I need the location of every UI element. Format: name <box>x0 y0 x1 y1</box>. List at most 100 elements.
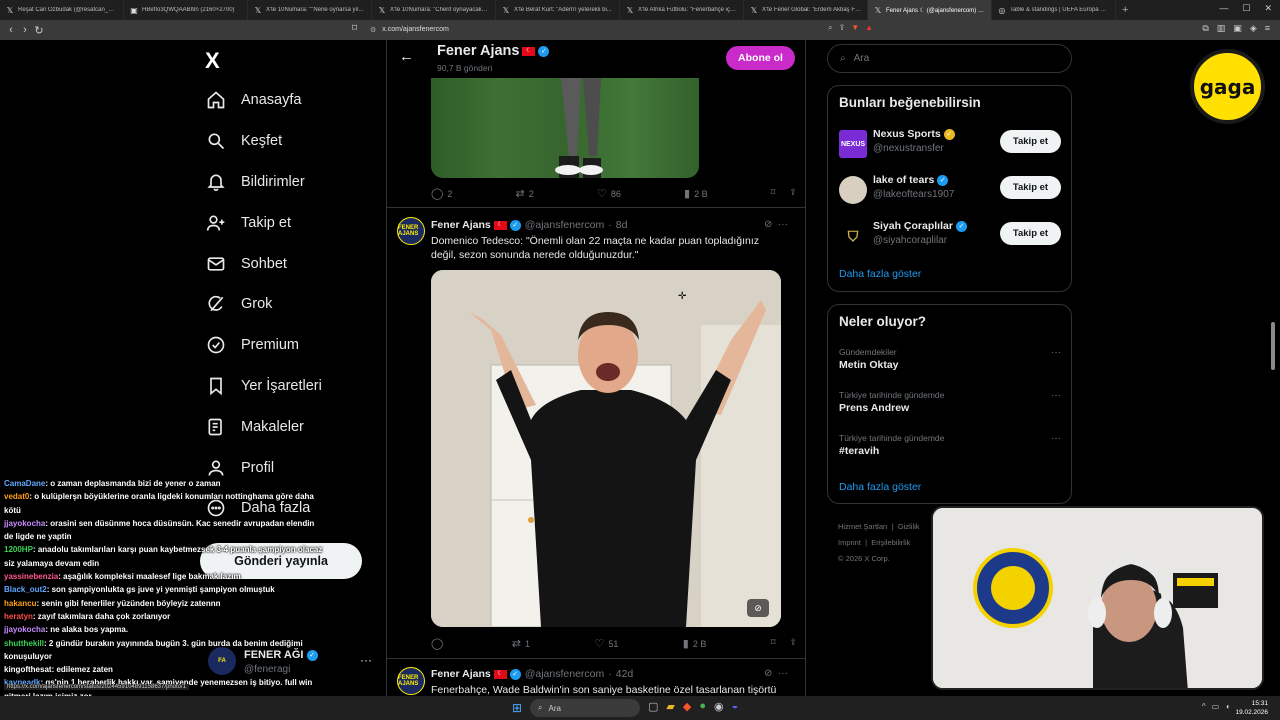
more-icon[interactable]: ··· <box>778 219 788 230</box>
repost-button[interactable]: ⇄ 1 <box>512 637 530 650</box>
trend-item[interactable]: Türkiye tarihinde gündemde Prens Andrew … <box>839 390 1061 414</box>
nav-item-grok[interactable]: Grok <box>205 284 322 325</box>
reload-icon[interactable]: ↻ <box>32 24 46 37</box>
task-view-icon[interactable]: ▢ <box>648 700 658 713</box>
close-icon[interactable]: ✕ <box>1264 3 1272 14</box>
show-more-link[interactable]: Daha fazla göster <box>839 481 921 493</box>
chat-username[interactable]: jjayokocha <box>4 625 45 634</box>
maximize-icon[interactable]: ☐ <box>1242 3 1250 14</box>
obs-icon[interactable]: ◉ <box>714 700 724 713</box>
nav-item-bookmarks[interactable]: Yer İşaretleri <box>205 366 322 407</box>
sidebar-icon[interactable]: ▥ <box>1217 23 1226 34</box>
post-image[interactable]: ⊘ <box>431 270 781 627</box>
chevron-up-icon[interactable]: ^ <box>1202 702 1206 711</box>
menu-icon[interactable]: ≡ <box>1265 23 1270 34</box>
browser-tab[interactable]: 𝕏 X'te Afrika Futbolu: "Fenerbahçe için..… <box>620 0 744 20</box>
browser-tab[interactable]: ▣ HBefIo3QWQAABl9n (2160×2700) <box>124 0 248 20</box>
grok-icon[interactable]: ⊘ <box>764 219 772 230</box>
chat-username[interactable]: heratyn <box>4 612 33 621</box>
wallet-icon[interactable]: ▣ <box>1233 23 1242 34</box>
volume-icon[interactable]: ◖ <box>1225 702 1230 711</box>
more-icon[interactable]: ··· <box>778 668 788 679</box>
browser-tab[interactable]: 𝕏 X'te Fener Global: "Erdem Akbaş Fen... <box>744 0 868 20</box>
nav-item-premium[interactable]: Premium <box>205 325 322 366</box>
suggestion-item[interactable]: lake of tears ✓ @lakeoftears1907 Takip et <box>839 173 1061 213</box>
nav-item-explore[interactable]: Keşfet <box>205 121 322 162</box>
back-icon[interactable]: ‹ <box>4 24 18 36</box>
suggestion-item[interactable]: ⛉ Siyah Çoraplılar ✓ @siyahcoraplilar Tak… <box>839 219 1061 259</box>
chrome-icon[interactable]: ● <box>699 700 706 713</box>
trend-item[interactable]: Gündemdekiler Metin Oktay ··· <box>839 347 1061 371</box>
footer-link[interactable]: Imprint <box>838 538 861 547</box>
share-icon[interactable]: ⇪ <box>838 23 845 33</box>
post-time[interactable]: 8d <box>616 219 628 231</box>
follow-button[interactable]: Takip et <box>1000 176 1061 199</box>
network-icon[interactable]: ▭ <box>1212 702 1220 711</box>
bookmark-icon[interactable]: ⌑ <box>771 187 776 200</box>
chat-username[interactable]: jjayokocha <box>4 519 45 528</box>
more-icon[interactable]: ··· <box>1051 347 1061 358</box>
clock[interactable]: 15:31 19.02.2026 <box>1235 699 1268 717</box>
grok-icon[interactable]: ⊘ <box>764 668 772 679</box>
trend-item[interactable]: Türkiye tarihinde gündemde #teravih ··· <box>839 433 1061 457</box>
share-icon[interactable]: ⇪ <box>789 187 797 200</box>
browser-tab[interactable]: 𝕏 X'te 10Numara: ""Nene oynarsa yıl... <box>248 0 372 20</box>
reply-button[interactable]: ◯ <box>431 637 447 650</box>
share-icon[interactable]: ⇪ <box>789 637 797 650</box>
avatar[interactable]: FENER AJANS <box>397 217 425 245</box>
follow-button[interactable]: Takip et <box>1000 130 1061 153</box>
nav-item-follow[interactable]: Takip et <box>205 202 322 243</box>
minimize-icon[interactable]: — <box>1219 3 1228 14</box>
like-button[interactable]: ♡ 51 <box>594 637 618 650</box>
chat-username[interactable]: Black_out2 <box>4 585 47 594</box>
bookmark-page-icon[interactable]: ⌑ <box>352 23 357 34</box>
nav-item-articles[interactable]: Makaleler <box>205 406 322 447</box>
footer-link[interactable]: Hizmet Şartları <box>838 522 888 531</box>
footer-link[interactable]: Gizlilik <box>898 522 920 531</box>
follow-button[interactable]: Takip et <box>1000 222 1061 245</box>
vpn-icon[interactable]: ◈ <box>1250 23 1257 34</box>
chat-username[interactable]: vedat0 <box>4 492 29 501</box>
extensions-icon[interactable]: ⧉ <box>1202 23 1208 34</box>
more-icon[interactable]: ··· <box>1051 433 1061 444</box>
post-image[interactable] <box>431 78 699 178</box>
forward-icon[interactable]: › <box>18 24 32 36</box>
subscribe-button[interactable]: Abone ol <box>726 46 795 70</box>
browser-tab[interactable]: 𝕏 X'te 10Numara: "Cherif oynayacak m... <box>372 0 496 20</box>
taskbar-search[interactable]: ⌕ Ara <box>530 699 640 717</box>
x-logo[interactable]: X <box>205 48 220 74</box>
author-name[interactable]: Fener Ajans <box>431 668 491 680</box>
chat-username[interactable]: kingofthesat <box>4 665 52 674</box>
reply-button[interactable]: ◯ 2 <box>431 187 452 200</box>
nav-item-notifications[interactable]: Bildirimler <box>205 162 322 203</box>
scrollbar-thumb[interactable] <box>1271 322 1275 370</box>
browser-tab[interactable]: 𝕏 X'te Berat Kurt: "Adem'i yeterekli bi..… <box>496 0 620 20</box>
views-button[interactable]: ▮ 2 B <box>683 637 707 650</box>
chat-username[interactable]: shutthekill <box>4 639 44 648</box>
grok-image-icon[interactable]: ⊘ <box>747 599 769 617</box>
views-button[interactable]: ▮ 2 B <box>684 187 708 200</box>
repost-button[interactable]: ⇄ 2 <box>516 187 534 200</box>
browser-tab[interactable]: 𝕏 Reşat Can Özbudak (@resatcan_ozb... <box>0 0 124 20</box>
file-explorer-icon[interactable]: ▰ <box>666 700 674 713</box>
chat-username[interactable]: hakancu <box>4 599 36 608</box>
nav-item-home[interactable]: Anasayfa <box>205 80 322 121</box>
rewards-icon[interactable]: ▲ <box>865 23 873 33</box>
footer-link[interactable]: Erişilebilirlik <box>871 538 910 547</box>
like-button[interactable]: ♡ 86 <box>597 187 621 200</box>
brave-shield-icon[interactable]: ▼ <box>851 23 859 33</box>
site-info-icon[interactable]: ⚙ <box>370 26 376 34</box>
search-icon[interactable]: ⌕ <box>828 23 832 33</box>
show-more-link[interactable]: Daha fazla göster <box>839 268 921 280</box>
more-icon[interactable]: ··· <box>360 653 372 667</box>
browser-tab[interactable]: 𝕏 Fener Ajans ☾ (@ajansfenercom) / X <box>868 0 992 20</box>
suggestion-item[interactable]: NEXUS Nexus Sports ✓ @nexustransfer Takip… <box>839 127 1061 167</box>
bookmark-icon[interactable]: ⌑ <box>771 637 776 650</box>
author-handle[interactable]: @ajansfenercom <box>525 668 605 680</box>
back-arrow-icon[interactable]: ← <box>399 48 414 65</box>
chat-username[interactable]: 1200HP <box>4 545 33 554</box>
more-icon[interactable]: ··· <box>1051 390 1061 401</box>
search-input[interactable]: ⌕ Ara <box>827 44 1072 73</box>
chat-username[interactable]: yassinebenzia <box>4 572 58 581</box>
discord-icon[interactable]: ◒ <box>732 700 739 713</box>
